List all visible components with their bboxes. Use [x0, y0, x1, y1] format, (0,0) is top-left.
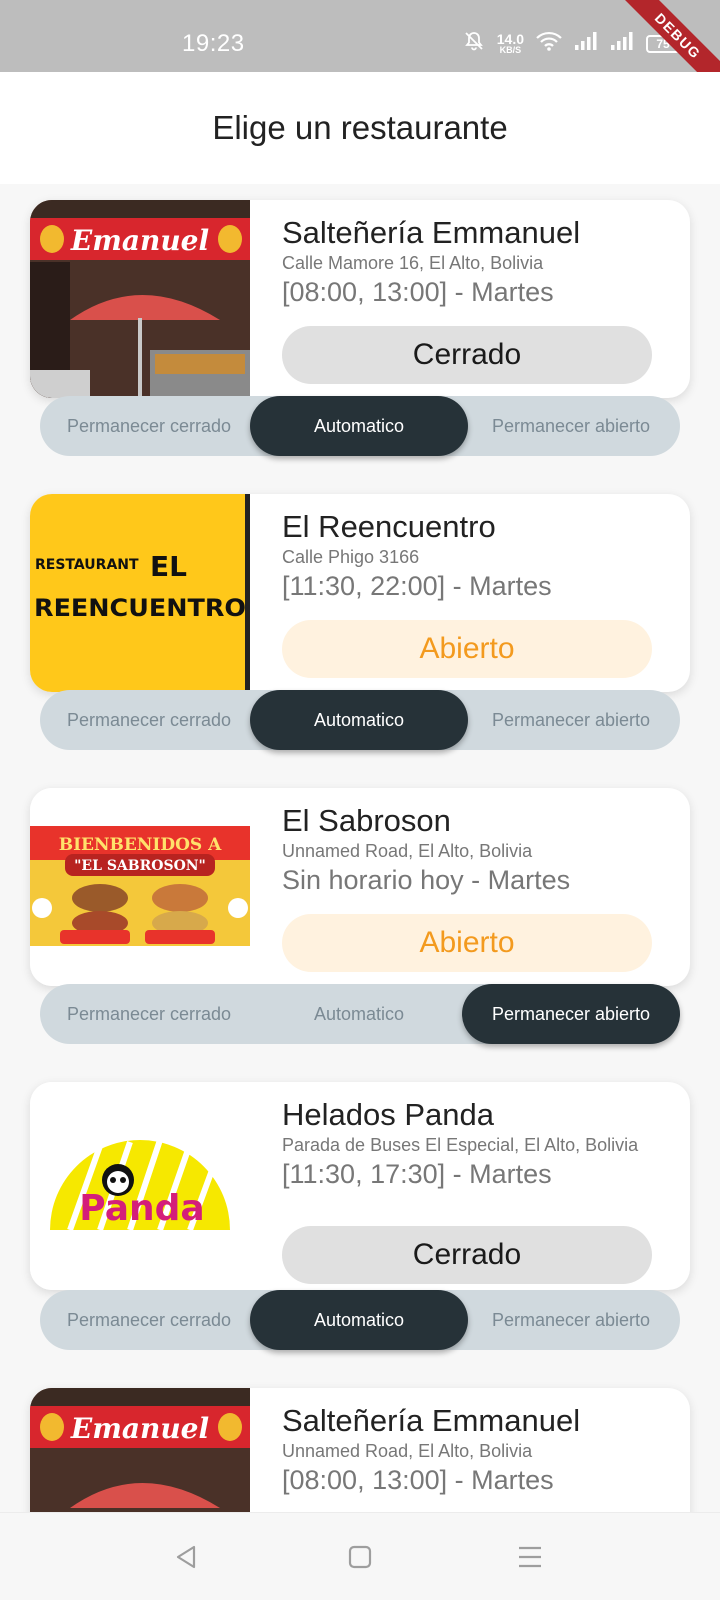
restaurant-hours: [08:00, 13:00] - Martes: [282, 277, 554, 307]
restaurant-image: RESTAURANT EL REENCUENTRO: [30, 494, 250, 692]
mode-toggle[interactable]: Permanecer cerrado Automatico Permanecer…: [40, 396, 680, 456]
restaurant-image: BIENBENIDOS A "EL SABROSON": [30, 788, 250, 986]
restaurant-address: Unnamed Road, El Alto, Bolivia: [282, 1441, 533, 1461]
mode-stay-open[interactable]: Permanecer abierto: [462, 396, 680, 456]
mute-icon: [463, 30, 485, 57]
restaurant-name: El Reencuentro: [282, 509, 496, 544]
mode-stay-closed[interactable]: Permanecer cerrado: [40, 1290, 258, 1350]
status-badge[interactable]: Cerrado: [282, 326, 652, 384]
status-bar: 19:23 14.0 KB/S 75 DEBUG: [0, 0, 720, 102]
svg-text:Emanuel: Emanuel: [70, 224, 209, 257]
signal-icon-secondary: [610, 31, 634, 56]
restaurant-card[interactable]: Panda Helados Panda Parada de Buses El E…: [30, 1082, 690, 1290]
restaurant-image: Emanuel: [30, 1388, 250, 1512]
restaurant-image: Panda: [30, 1082, 250, 1290]
app-bar: Elige un restaurante: [0, 72, 720, 184]
restaurant-address: Unnamed Road, El Alto, Bolivia: [282, 841, 533, 861]
status-badge[interactable]: Cerrado: [282, 1226, 652, 1284]
network-speed-value: 14.0: [496, 31, 524, 47]
restaurant-image: Emanuel: [30, 200, 250, 398]
restaurant-hours: Sin horario hoy - Martes: [282, 865, 571, 895]
restaurant-hours: [08:00, 13:00] - Martes: [282, 1465, 554, 1495]
restaurant-name: Helados Panda: [282, 1097, 494, 1132]
restaurant-info: Helados Panda Parada de Buses El Especia…: [282, 1096, 672, 1191]
status-badge[interactable]: Abierto: [282, 914, 652, 972]
restaurant-hours: [11:30, 22:00] - Martes: [282, 571, 552, 601]
system-nav-bar: [0, 1512, 720, 1600]
page-title: Elige un restaurante: [212, 109, 508, 146]
restaurant-name: Salteñería Emmanuel: [282, 215, 581, 250]
restaurant-address: Parada de Buses El Especial, El Alto, Bo…: [282, 1135, 639, 1155]
menu-icon[interactable]: [508, 1535, 552, 1579]
restaurant-address: Calle Mamore 16, El Alto, Bolivia: [282, 253, 544, 273]
restaurant-name: Salteñería Emmanuel: [282, 1403, 581, 1438]
wifi-icon: [536, 31, 562, 56]
restaurant-card[interactable]: RESTAURANT EL REENCUENTRO El Reencuentro…: [30, 494, 690, 692]
mode-stay-closed[interactable]: Permanecer cerrado: [40, 396, 258, 456]
restaurant-info: El Reencuentro Calle Phigo 3166 [11:30, …: [282, 508, 672, 603]
restaurant-hours: [11:30, 17:30] - Martes: [282, 1159, 552, 1189]
mode-automatic[interactable]: Automatico: [250, 1290, 468, 1350]
mode-stay-open[interactable]: Permanecer abierto: [462, 984, 680, 1044]
svg-text:Panda: Panda: [79, 1188, 204, 1229]
restaurant-card[interactable]: Emanuel Salteñería Emmanuel Calle Mamore…: [30, 200, 690, 398]
svg-text:REENCUENTRO: REENCUENTRO: [34, 594, 246, 622]
status-time: 19:23: [182, 30, 245, 57]
status-icons: 14.0 KB/S 75: [463, 30, 680, 57]
network-speed-unit: KB/S: [499, 45, 522, 55]
mode-stay-closed[interactable]: Permanecer cerrado: [40, 690, 258, 750]
restaurant-name: El Sabroson: [282, 803, 451, 838]
svg-text:"EL SABROSON": "EL SABROSON": [74, 858, 206, 874]
mode-automatic[interactable]: Automatico: [250, 984, 468, 1044]
restaurant-info: El Sabroson Unnamed Road, El Alto, Boliv…: [282, 802, 672, 897]
home-icon[interactable]: [338, 1535, 382, 1579]
signal-icon: [574, 31, 598, 56]
back-icon[interactable]: [164, 1535, 208, 1579]
restaurant-info: Salteñería Emmanuel Calle Mamore 16, El …: [282, 214, 672, 309]
mode-stay-open[interactable]: Permanecer abierto: [462, 1290, 680, 1350]
mode-automatic[interactable]: Automatico: [250, 396, 468, 456]
mode-toggle[interactable]: Permanecer cerrado Automatico Permanecer…: [40, 1290, 680, 1350]
mode-toggle[interactable]: Permanecer cerrado Automatico Permanecer…: [40, 984, 680, 1044]
restaurant-card[interactable]: BIENBENIDOS A "EL SABROSON" El Sabroson …: [30, 788, 690, 986]
mode-stay-open[interactable]: Permanecer abierto: [462, 690, 680, 750]
svg-text:EL: EL: [150, 550, 187, 583]
mode-automatic[interactable]: Automatico: [250, 690, 468, 750]
restaurant-info: Salteñería Emmanuel Unnamed Road, El Alt…: [282, 1402, 672, 1497]
status-badge[interactable]: Abierto: [282, 620, 652, 678]
mode-toggle[interactable]: Permanecer cerrado Automatico Permanecer…: [40, 690, 680, 750]
restaurant-list[interactable]: Emanuel Salteñería Emmanuel Calle Mamore…: [0, 184, 720, 1512]
restaurant-card[interactable]: Emanuel Salteñería Emmanuel Unnamed Road…: [30, 1388, 690, 1512]
svg-text:Emanuel: Emanuel: [70, 1412, 209, 1445]
svg-text:BIENBENIDOS A: BIENBENIDOS A: [59, 835, 222, 855]
network-speed: 14.0 KB/S: [497, 32, 524, 55]
mode-stay-closed[interactable]: Permanecer cerrado: [40, 984, 258, 1044]
restaurant-address: Calle Phigo 3166: [282, 547, 420, 567]
svg-text:RESTAURANT: RESTAURANT: [35, 557, 139, 573]
